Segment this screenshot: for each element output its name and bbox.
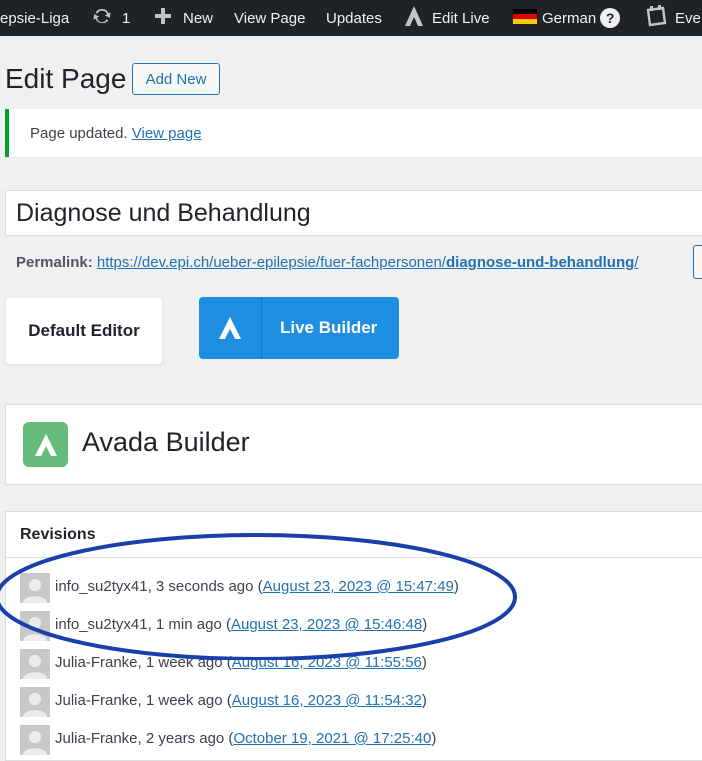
avada-icon — [404, 5, 424, 31]
revision-author: Julia-Franke — [55, 730, 138, 747]
refresh-icon — [90, 6, 114, 30]
revision-ago: 3 seconds ago — [155, 578, 254, 595]
new-label: New — [183, 9, 214, 27]
edit-slug-button[interactable] — [693, 245, 702, 279]
page-title: Edit Page — [5, 63, 127, 94]
notice-text: Page updated. — [30, 125, 128, 142]
revision-text: Julia-Franke, 2 years ago (October 19, 2… — [55, 730, 437, 747]
language-label: German — [542, 9, 597, 27]
revision-author: Julia-Franke — [55, 654, 138, 671]
revision-author: info_su2tyx41 — [55, 616, 148, 633]
calendar-icon — [645, 5, 667, 31]
events-menu[interactable]: Eve — [645, 0, 701, 36]
default-editor-label: Default Editor — [28, 321, 140, 340]
permalink-slug: diagnose-und-behandlung — [445, 254, 635, 271]
revision-date-link[interactable]: October 19, 2021 @ 17:25:40 — [233, 730, 431, 747]
revisions-title: Revisions — [20, 526, 96, 543]
permalink-label: Permalink: — [16, 254, 93, 271]
revision-text: info_su2tyx41, 1 min ago (August 23, 202… — [55, 616, 428, 633]
permalink-link[interactable]: https://dev.epi.ch/ueber-epilepsie/fuer-… — [97, 254, 639, 271]
revision-item: info_su2tyx41, 3 seconds ago (August 23,… — [6, 569, 702, 607]
view-page-label: View Page — [234, 9, 306, 27]
updates-count: 1 — [122, 9, 131, 27]
updates-label: Updates — [326, 9, 382, 27]
revision-ago: 2 years ago — [145, 730, 225, 747]
permalink: Permalink: https://dev.epi.ch/ueber-epil… — [16, 254, 638, 271]
revision-ago: 1 week ago — [145, 654, 223, 671]
view-page-link[interactable]: View page — [132, 125, 202, 142]
revisions-list: info_su2tyx41, 3 seconds ago (August 23,… — [6, 569, 702, 759]
new-content-menu[interactable]: New — [153, 0, 213, 36]
revision-item: info_su2tyx41, 1 min ago (August 23, 202… — [6, 607, 702, 645]
revision-ago: 1 week ago — [145, 692, 223, 709]
revision-date-link[interactable]: August 16, 2023 @ 11:55:56 — [232, 654, 422, 671]
revisions-header[interactable]: Revisions — [6, 512, 702, 558]
notice-message: Page updated. View page — [30, 125, 202, 142]
revision-item: Julia-Franke, 1 week ago (August 16, 202… — [6, 645, 702, 683]
avatar — [20, 573, 50, 603]
avada-builder-title: Avada Builder — [82, 427, 250, 457]
revision-date-link[interactable]: August 23, 2023 @ 15:46:48 — [231, 616, 422, 633]
avada-icon — [199, 297, 262, 359]
site-name: epsie-Liga — [0, 9, 70, 27]
plus-icon — [153, 6, 173, 30]
revision-text: info_su2tyx41, 3 seconds ago (August 23,… — [55, 578, 459, 595]
events-label: Eve — [675, 9, 701, 27]
add-new-button[interactable]: Add New — [132, 63, 220, 95]
revision-item: Julia-Franke, 1 week ago (August 16, 202… — [6, 683, 702, 721]
avatar — [20, 649, 50, 679]
revision-date-link[interactable]: August 16, 2023 @ 11:54:32 — [232, 692, 422, 709]
permalink-base: https://dev.epi.ch/ueber-epilepsie/fuer-… — [96, 254, 446, 271]
permalink-trailing: / — [634, 254, 639, 271]
title-input[interactable]: Diagnose und Behandlung — [5, 190, 702, 236]
revision-author: Julia-Franke — [55, 692, 138, 709]
revision-author: info_su2tyx41 — [55, 578, 148, 595]
revision-ago: 1 min ago — [155, 616, 222, 633]
live-builder-button[interactable]: Live Builder — [199, 297, 399, 359]
avatar — [20, 611, 50, 641]
language-switcher[interactable]: German ? — [513, 0, 621, 36]
avatar — [20, 725, 50, 755]
avada-logo-icon — [23, 422, 68, 467]
revision-text: Julia-Franke, 1 week ago (August 16, 202… — [55, 654, 427, 671]
revision-text: Julia-Franke, 1 week ago (August 16, 202… — [55, 692, 427, 709]
german-flag-icon — [513, 8, 537, 28]
revision-date-link[interactable]: August 23, 2023 @ 15:47:49 — [263, 578, 454, 595]
avatar — [20, 687, 50, 717]
title-value: Diagnose und Behandlung — [16, 198, 311, 227]
page-updated-notice: Page updated. View page — [5, 109, 702, 157]
revision-item: Julia-Franke, 2 years ago (October 19, 2… — [6, 721, 702, 759]
updates-link[interactable]: Updates — [326, 0, 382, 36]
edit-live-link[interactable]: Edit Live — [404, 0, 490, 36]
avada-builder-panel: Avada Builder — [5, 404, 702, 485]
revisions-panel: Revisions info_su2tyx41, 3 seconds ago (… — [5, 511, 702, 761]
default-editor-button[interactable]: Default Editor — [6, 298, 162, 364]
view-page-link[interactable]: View Page — [234, 0, 305, 36]
updates-count-menu[interactable]: 1 — [90, 0, 130, 36]
admin-bar: epsie-Liga 1 New View Page Updates Edit … — [0, 0, 702, 36]
help-icon[interactable]: ? — [600, 8, 621, 28]
edit-live-label: Edit Live — [432, 9, 490, 27]
live-builder-label: Live Builder — [280, 318, 378, 337]
site-name-menu[interactable]: epsie-Liga — [0, 0, 69, 36]
